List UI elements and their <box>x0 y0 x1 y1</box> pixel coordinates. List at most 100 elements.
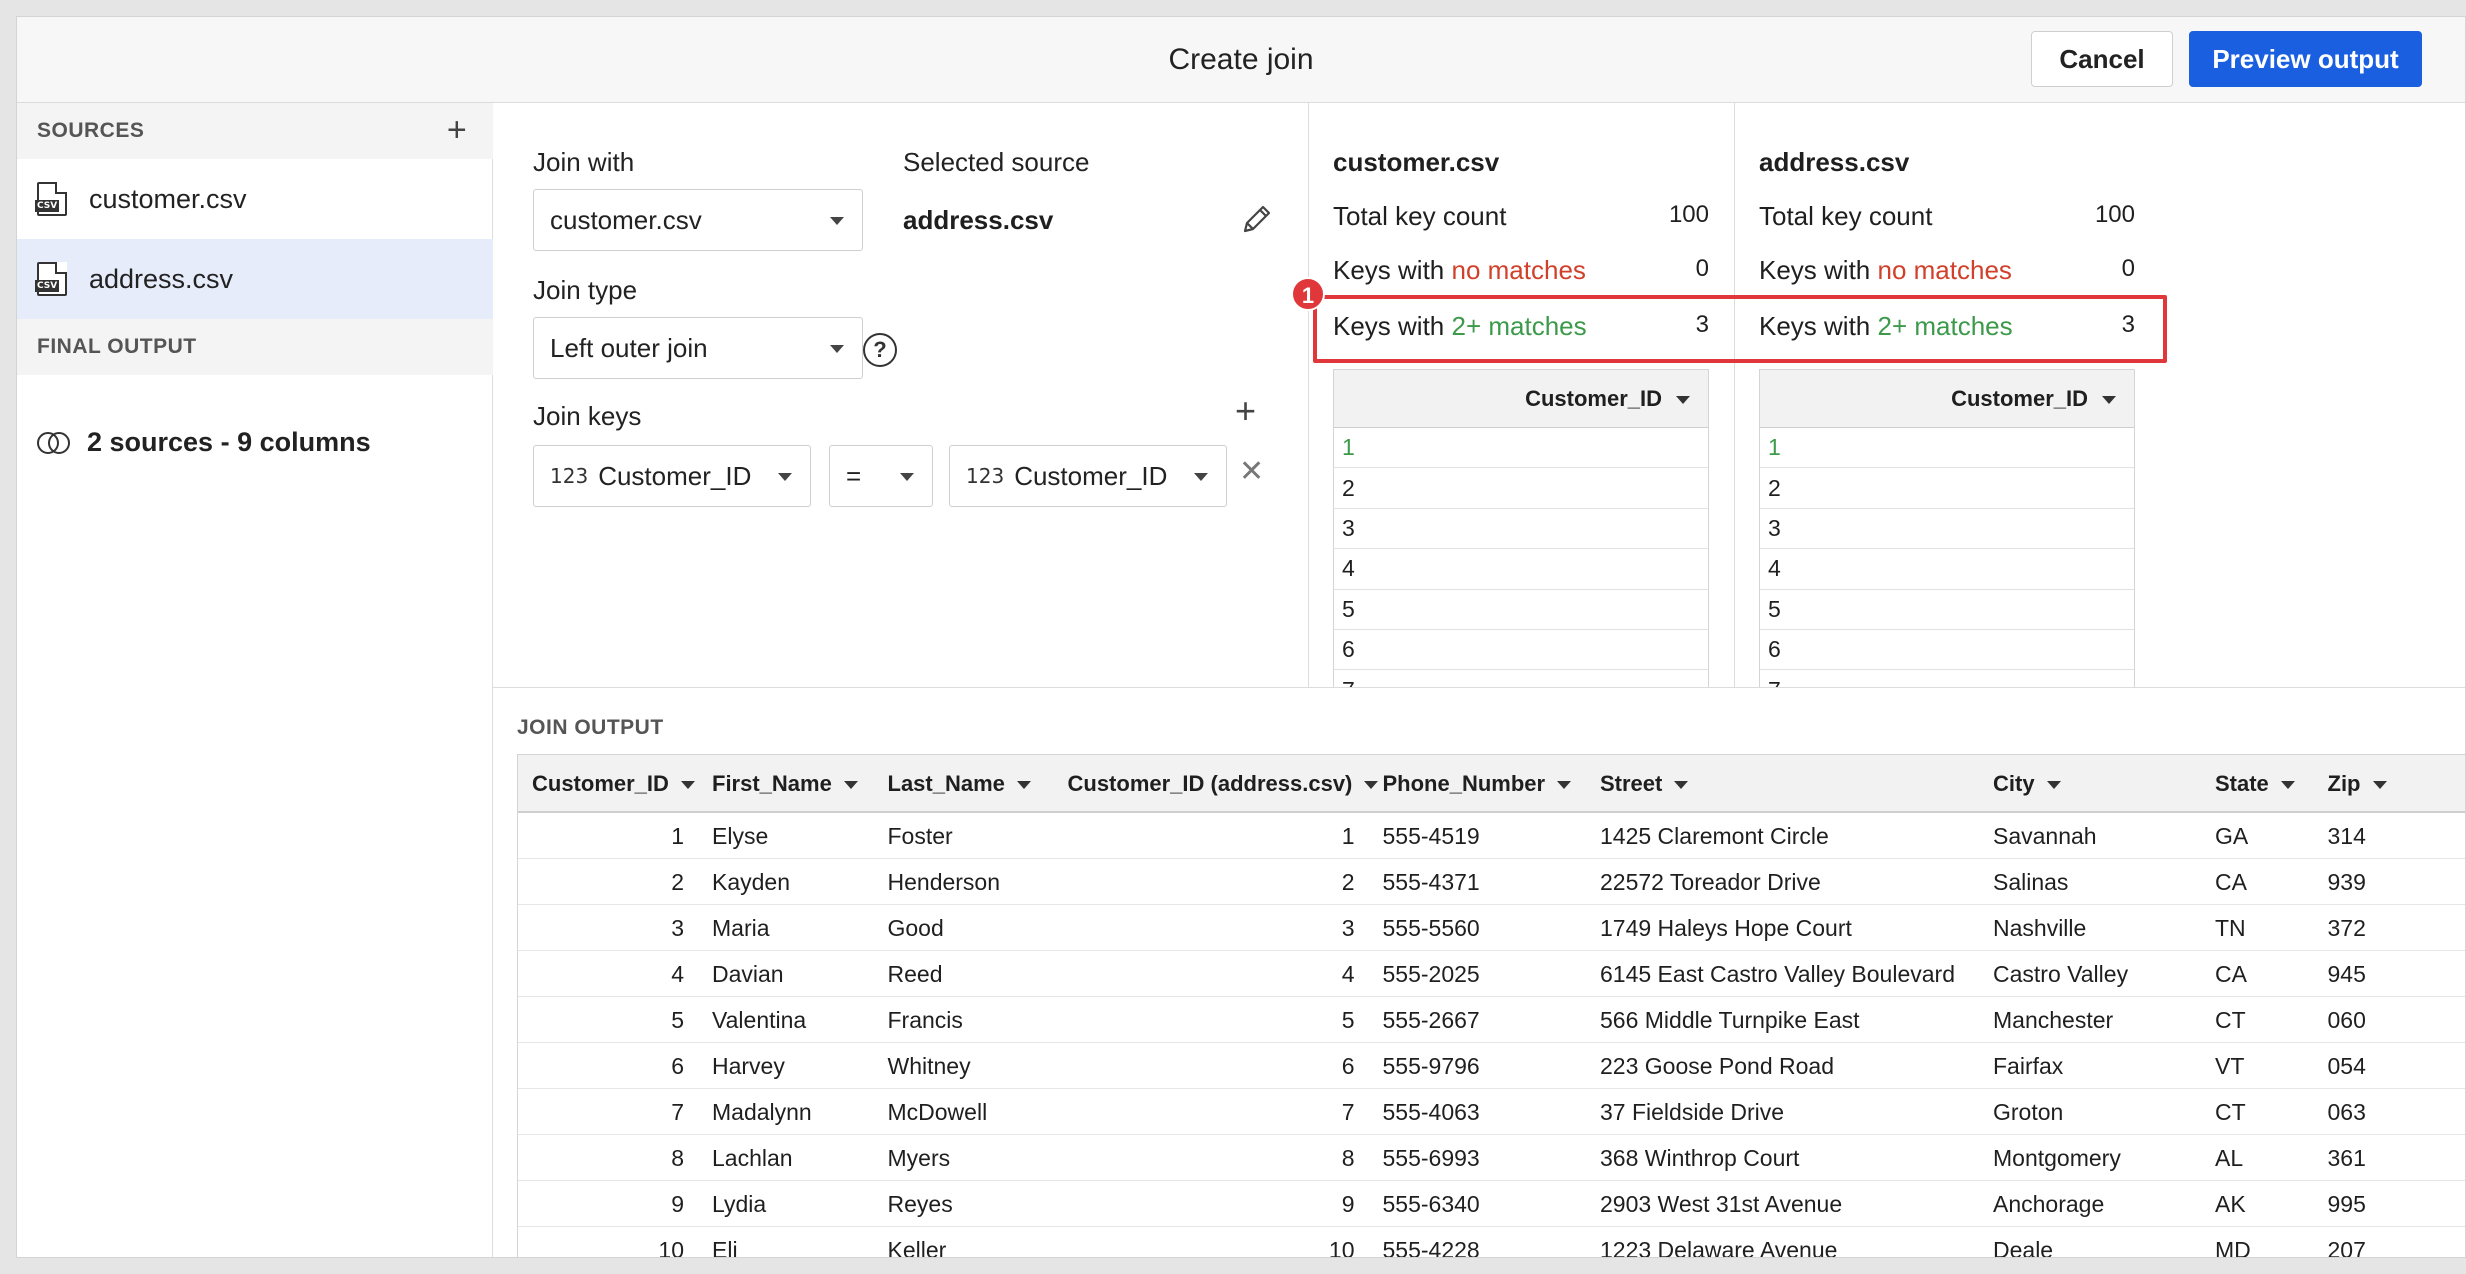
left-join-key-value: Customer_ID <box>598 460 752 491</box>
table-cell: 063 <box>2327 1099 2366 1125</box>
annotation-badge: 1 <box>1291 277 1325 311</box>
table-cell: 566 Middle Turnpike East <box>1600 1007 1860 1033</box>
column-header[interactable]: Phone_Number <box>1369 755 1572 813</box>
csv-file-icon: CSV <box>35 182 67 216</box>
table-cell: Harvey <box>712 1053 785 1079</box>
sidebar-item-address-csv[interactable]: CSV address.csv <box>17 239 493 319</box>
key-row: 3 <box>1760 509 2134 550</box>
remove-join-key-icon[interactable]: ✕ <box>1239 457 1264 487</box>
chevron-down-icon[interactable] <box>2046 781 2061 790</box>
column-header[interactable]: Customer_ID (address.csv) <box>1054 755 1379 813</box>
table-cell: 1425 Claremont Circle <box>1600 823 1829 849</box>
table-cell: 3 <box>671 915 684 941</box>
preview-output-button[interactable]: Preview output <box>2189 31 2422 87</box>
total-key-count-row: Total key count 100 <box>1333 201 1709 231</box>
table-row[interactable]: 6 Harvey Whitney 6 555-9796 223 Goose Pond Ro… <box>518 1043 2465 1089</box>
chevron-down-icon[interactable] <box>2102 396 2116 404</box>
chevron-down-icon[interactable] <box>843 781 858 790</box>
join-output-panel: JOIN OUTPUT Customer_ID First_Name Last_Na… <box>493 687 2465 1257</box>
chevron-down-icon[interactable] <box>680 781 695 790</box>
sidebar-item-label: address.csv <box>89 263 234 294</box>
key-row: 5 <box>1334 590 1708 630</box>
chevron-down-icon[interactable] <box>1016 781 1031 790</box>
table-cell: CA <box>2215 961 2247 987</box>
table-cell: Nashville <box>1993 915 2087 941</box>
table-cell: Salinas <box>1993 869 2069 895</box>
join-with-select[interactable]: customer.csv <box>533 189 863 251</box>
chevron-down-icon[interactable] <box>1557 781 1572 790</box>
column-header[interactable]: Last_Name <box>874 755 1031 813</box>
table-cell: 361 <box>2327 1145 2366 1171</box>
table-cell: 9 <box>1341 1191 1355 1217</box>
sidebar-item-customer-csv[interactable]: CSV customer.csv <box>17 159 493 239</box>
chevron-down-icon[interactable] <box>1676 396 1690 404</box>
table-cell: Reyes <box>887 1191 953 1217</box>
table-cell: AL <box>2215 1145 2244 1171</box>
table-row[interactable]: 9 Lydia Reyes 9 555-6340 2903 West 31st Avenu… <box>518 1181 2465 1227</box>
chevron-down-icon[interactable] <box>2372 781 2387 790</box>
column-header[interactable]: Customer_ID <box>518 755 695 813</box>
help-icon[interactable]: ? <box>863 333 897 367</box>
column-header[interactable]: State <box>2201 755 2295 813</box>
table-cell: Eli <box>712 1237 738 1257</box>
join-type-select[interactable]: Left outer join <box>533 317 863 379</box>
table-row[interactable]: 1 Elyse Foster 1 555-4519 1425 Claremont Circ… <box>518 813 2465 859</box>
no-matches-row: Keys with no matches 0 <box>1759 255 2135 285</box>
address-key-stats-panel: address.csv Total key count 100 Keys wit… <box>1735 103 2465 689</box>
table-cell: 1 <box>1341 823 1355 849</box>
chevron-down-icon <box>1194 473 1208 481</box>
cancel-button[interactable]: Cancel <box>2031 31 2173 87</box>
table-cell: Maria <box>712 915 770 941</box>
table-cell: 223 Goose Pond Road <box>1600 1053 1835 1079</box>
final-output-item[interactable]: 2 sources - 9 columns <box>37 427 371 458</box>
dialog-header: Create join Cancel Preview output <box>17 17 2465 103</box>
table-row[interactable]: 8 Lachlan Myers 8 555-6993 368 Winthrop Court… <box>518 1135 2465 1181</box>
column-header[interactable]: Street <box>1586 755 1689 813</box>
selected-source-value: address.csv <box>903 205 1054 235</box>
join-operator-select[interactable]: = <box>829 445 933 507</box>
table-cell: CA <box>2215 869 2247 895</box>
table-cell: 207 <box>2327 1237 2366 1257</box>
table-cell: 1749 Haleys Hope Court <box>1600 915 1852 941</box>
right-join-key-select[interactable]: 123 Customer_ID <box>949 445 1227 507</box>
column-header[interactable]: Zip <box>2314 755 2387 813</box>
table-cell: 7 <box>1341 1099 1355 1125</box>
add-source-icon[interactable]: + <box>441 113 473 149</box>
table-cell: Lachlan <box>712 1145 793 1171</box>
add-join-key-icon[interactable]: + <box>1235 393 1256 429</box>
total-key-count-value: 100 <box>2094 201 2135 228</box>
table-cell: 6145 East Castro Valley Boulevard <box>1600 961 1955 987</box>
table-cell: Elyse <box>712 823 769 849</box>
chevron-down-icon[interactable] <box>1674 781 1689 790</box>
key-row: 1 <box>1334 428 1708 469</box>
final-output-label: FINAL OUTPUT <box>37 335 197 358</box>
chevron-down-icon[interactable] <box>2280 781 2295 790</box>
table-cell: 555-6993 <box>1382 1145 1480 1171</box>
csv-file-icon: CSV <box>35 262 67 296</box>
table-cell: 054 <box>2327 1053 2366 1079</box>
table-cell: 8 <box>671 1145 684 1171</box>
table-cell: 060 <box>2327 1007 2366 1033</box>
table-row[interactable]: 2 Kayden Henderson 2 555-4371 22572 Toreador … <box>518 859 2465 905</box>
table-row[interactable]: 5 Valentina Francis 5 555-2667 566 Middle Tur… <box>518 997 2465 1043</box>
total-key-count-value: 100 <box>1668 201 1709 228</box>
table-cell: 555-5560 <box>1382 915 1480 941</box>
left-join-key-select[interactable]: 123 Customer_ID <box>533 445 811 507</box>
table-row[interactable]: 3 Maria Good 3 555-5560 1749 Haleys Hope Cour… <box>518 905 2465 951</box>
column-header[interactable]: City <box>1979 755 2061 813</box>
table-row[interactable]: 4 Davian Reed 4 555-2025 6145 East Castro Val… <box>518 951 2465 997</box>
pencil-edit-icon[interactable] <box>1239 201 1275 237</box>
table-cell: Lydia <box>712 1191 767 1217</box>
table-cell: 4 <box>1341 961 1355 987</box>
number-type-icon: 123 <box>966 464 1005 488</box>
column-header[interactable]: Customer_ID <box>1334 370 1708 428</box>
column-header[interactable]: Customer_ID <box>1760 370 2134 428</box>
column-header[interactable]: First_Name <box>698 755 858 813</box>
stats-source-title: address.csv <box>1759 147 1910 177</box>
table-cell: Madalynn <box>712 1099 812 1125</box>
table-cell: Reed <box>887 961 943 987</box>
table-row[interactable]: 7 Madalynn McDowell 7 555-4063 37 Fieldside D… <box>518 1089 2465 1135</box>
table-cell: 6 <box>1341 1053 1355 1079</box>
table-row[interactable]: 10 Eli Keller 10 555-4228 1223 Delaware Avenu… <box>518 1227 2465 1257</box>
table-cell: 314 <box>2327 823 2366 849</box>
